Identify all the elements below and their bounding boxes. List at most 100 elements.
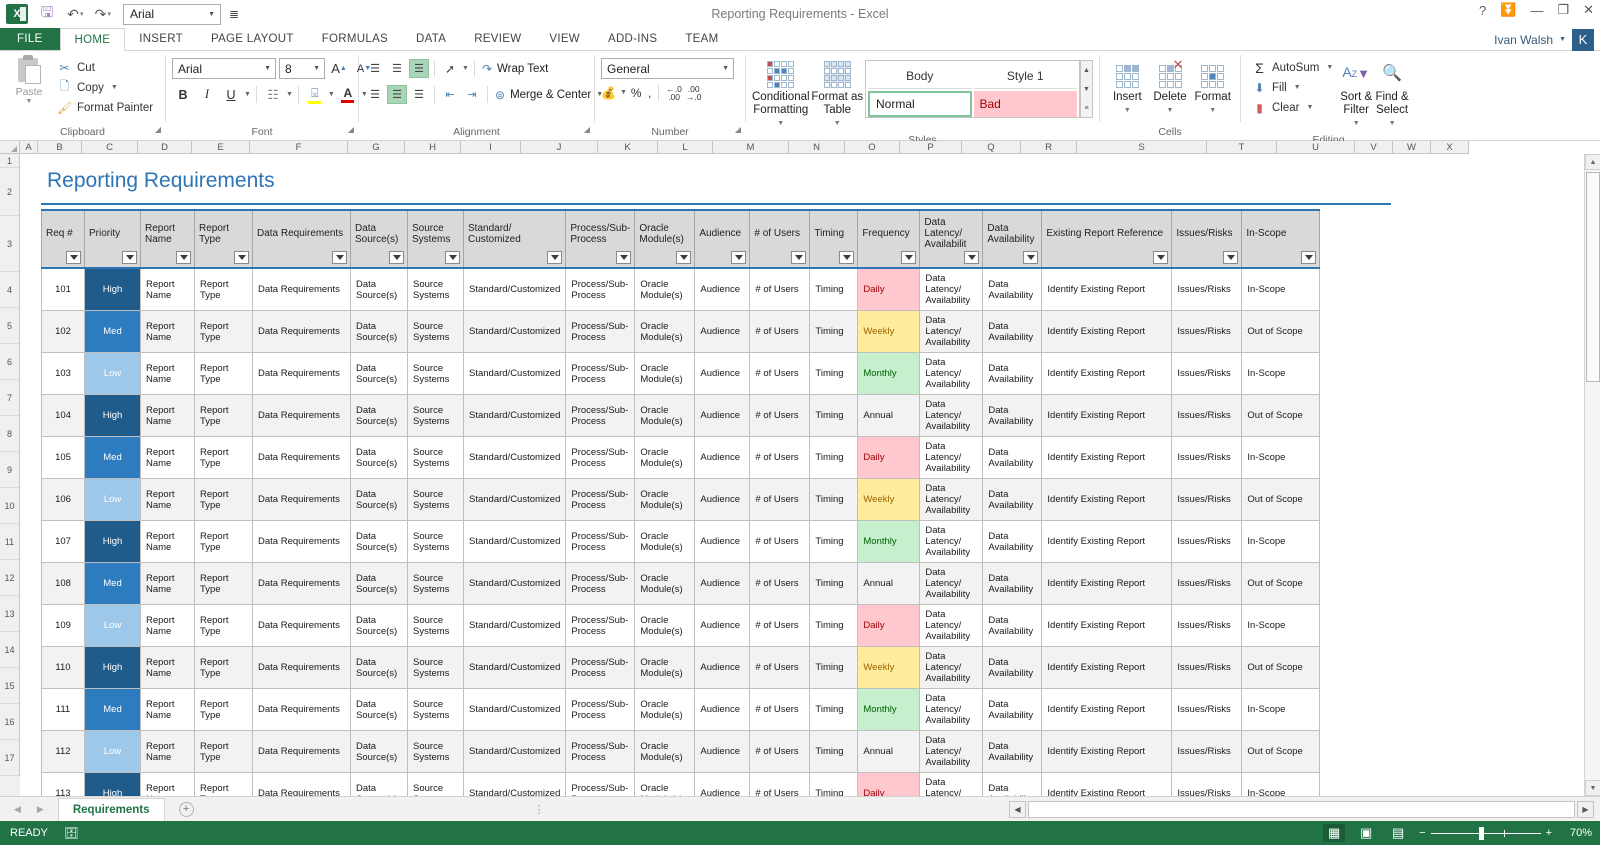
scroll-up-icon[interactable]: ▲ <box>1081 61 1092 79</box>
cell-audience[interactable]: Audience <box>695 605 750 647</box>
chevron-down-icon[interactable]: ▼ <box>1306 104 1313 111</box>
cell-data-req[interactable]: Data Requirements <box>253 731 351 773</box>
cell-data-source[interactable]: Data Source(s) <box>351 268 408 311</box>
cell-latency[interactable]: Data Latency/ Availability <box>920 731 983 773</box>
cell-req[interactable]: 111 <box>42 689 85 731</box>
sheet-canvas[interactable]: ABCDEFGHIJKLMNOPQRSTUVWX Reporting Requi… <box>20 141 1600 796</box>
cell-data-req[interactable]: Data Requirements <box>253 395 351 437</box>
cell-issues[interactable]: Issues/Risks <box>1172 311 1242 353</box>
restore-icon[interactable]: ❐ <box>1557 2 1569 18</box>
cell-report-type[interactable]: Report Type <box>195 479 253 521</box>
cell-req[interactable]: 109 <box>42 605 85 647</box>
autosum-button[interactable]: Σ AutoSum ▼ <box>1247 58 1338 77</box>
cell-data-source[interactable]: Data Source(s) <box>351 563 408 605</box>
row-header-13[interactable]: 13 <box>0 596 20 632</box>
minimize-icon[interactable]: — <box>1530 3 1543 18</box>
cell-data-req[interactable]: Data Requirements <box>253 605 351 647</box>
tab-add-ins[interactable]: ADD-INS <box>594 28 671 50</box>
borders-icon[interactable]: ☷ <box>262 84 284 105</box>
cell-req[interactable]: 113 <box>42 773 85 797</box>
scroll-up-icon[interactable]: ▲ <box>1585 154 1600 170</box>
cell-process[interactable]: Process/Sub-Process <box>566 773 635 797</box>
row-header-11[interactable]: 11 <box>0 524 20 560</box>
cell-req[interactable]: 101 <box>42 268 85 311</box>
scroll-down-icon[interactable]: ▼ <box>1081 80 1092 98</box>
cell-report-type[interactable]: Report Type <box>195 605 253 647</box>
cell-scope[interactable]: In-Scope <box>1242 773 1320 797</box>
cell-availability[interactable]: Data Availability <box>983 689 1042 731</box>
cell-scope[interactable]: Out of Scope <box>1242 311 1320 353</box>
cell-data-req[interactable]: Data Requirements <box>253 773 351 797</box>
ribbon-display-options-icon[interactable]: ⏬ <box>1500 2 1516 18</box>
tab-split-handle[interactable]: ⋮ <box>534 803 545 816</box>
cell-frequency[interactable]: Weekly <box>858 647 920 689</box>
number-format-select[interactable]: General ▼ <box>601 58 734 79</box>
cell-styles-gallery[interactable]: Body Style 1 Normal Bad <box>865 60 1080 118</box>
filter-dropdown-icon[interactable] <box>1023 251 1038 264</box>
cell-latency[interactable]: Data Latency/ Availability <box>920 353 983 395</box>
font-color-button[interactable]: A <box>337 84 359 105</box>
filter-dropdown-icon[interactable] <box>234 251 249 264</box>
cell-frequency[interactable]: Daily <box>858 268 920 311</box>
bold-button[interactable]: B <box>172 84 194 105</box>
cut-button[interactable]: ✂ Cut <box>52 58 158 77</box>
cell-priority[interactable]: Low <box>85 353 141 395</box>
cell-scope[interactable]: Out of Scope <box>1242 731 1320 773</box>
cell-source-systems[interactable]: Source Systems <box>408 605 464 647</box>
row-header-4[interactable]: 4 <box>0 272 20 308</box>
cell-frequency[interactable]: Weekly <box>858 311 920 353</box>
cell-data-source[interactable]: Data Source(s) <box>351 521 408 563</box>
clear-button[interactable]: ▮ Clear ▼ <box>1247 98 1338 117</box>
cell-users[interactable]: # of Users <box>750 689 810 731</box>
cell-report-name[interactable]: Report Name <box>141 521 195 563</box>
cell-req[interactable]: 103 <box>42 353 85 395</box>
cell-scope[interactable]: In-Scope <box>1242 521 1320 563</box>
cell-scope[interactable]: In-Scope <box>1242 605 1320 647</box>
table-row[interactable]: 101HighReport NameReport TypeData Requir… <box>42 268 1320 311</box>
cell-audience[interactable]: Audience <box>695 479 750 521</box>
scroll-right-icon[interactable]: ▶ <box>1577 801 1594 818</box>
scroll-down-icon[interactable]: ▼ <box>1585 780 1600 796</box>
row-header-15[interactable]: 15 <box>0 668 20 704</box>
wrap-text-button[interactable]: ↷ Wrap Text <box>480 58 548 79</box>
filter-dropdown-icon[interactable] <box>791 251 806 264</box>
chevron-down-icon[interactable]: ▼ <box>1326 64 1333 71</box>
cell-oracle[interactable]: Oracle Module(s) <box>635 311 695 353</box>
cell-scope[interactable]: Out of Scope <box>1242 563 1320 605</box>
cell-existing[interactable]: Identify Existing Report <box>1042 521 1172 563</box>
cell-priority[interactable]: Low <box>85 479 141 521</box>
quick-font-box[interactable]: Arial ▼ <box>123 4 221 25</box>
chevron-down-icon[interactable]: ▼ <box>208 11 215 18</box>
cell-audience[interactable]: Audience <box>695 268 750 311</box>
accounting-format-icon[interactable]: 💰 <box>601 86 616 100</box>
vertical-scroll-thumb[interactable] <box>1586 172 1600 382</box>
cell-priority[interactable]: High <box>85 647 141 689</box>
cell-data-source[interactable]: Data Source(s) <box>351 773 408 797</box>
cell-latency[interactable]: Data Latency/ Availability <box>920 563 983 605</box>
cell-timing[interactable]: Timing <box>810 479 858 521</box>
help-icon[interactable]: ? <box>1479 3 1486 18</box>
avatar[interactable]: K <box>1572 29 1594 51</box>
row-header-6[interactable]: 6 <box>0 344 20 380</box>
cell-oracle[interactable]: Oracle Module(s) <box>635 647 695 689</box>
table-row[interactable]: 103LowReport NameReport TypeData Require… <box>42 353 1320 395</box>
cell-req[interactable]: 107 <box>42 521 85 563</box>
undo-dropdown-icon[interactable]: ▾ <box>80 10 84 18</box>
row-header-9[interactable]: 9 <box>0 452 20 488</box>
cell-availability[interactable]: Data Availability <box>983 773 1042 797</box>
filter-dropdown-icon[interactable] <box>1223 251 1238 264</box>
zoom-thumb[interactable] <box>1479 827 1484 840</box>
cell-report-name[interactable]: Report Name <box>141 353 195 395</box>
cell-oracle[interactable]: Oracle Module(s) <box>635 521 695 563</box>
cell-standard[interactable]: Standard/Customized <box>464 268 566 311</box>
cell-data-req[interactable]: Data Requirements <box>253 563 351 605</box>
cell-issues[interactable]: Issues/Risks <box>1172 268 1242 311</box>
cell-audience[interactable]: Audience <box>695 521 750 563</box>
sheet-tab-requirements[interactable]: Requirements <box>58 798 165 822</box>
orientation-icon[interactable]: ➚ <box>440 59 460 78</box>
cell-data-req[interactable]: Data Requirements <box>253 268 351 311</box>
increase-decimal-button[interactable]: ←.0.00 <box>666 85 682 101</box>
table-row[interactable]: 113HighReport NameReport TypeData Requir… <box>42 773 1320 797</box>
cell-users[interactable]: # of Users <box>750 773 810 797</box>
cell-process[interactable]: Process/Sub-Process <box>566 647 635 689</box>
